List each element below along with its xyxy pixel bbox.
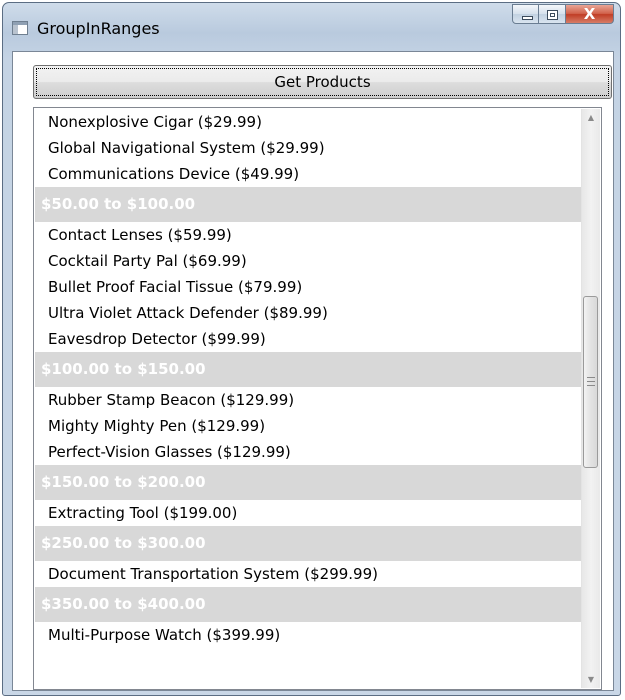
caption-buttons: X: [512, 4, 614, 24]
minimize-icon: [522, 16, 533, 20]
list-item[interactable]: Perfect-Vision Glasses ($129.99): [35, 439, 582, 465]
scroll-down-arrow-icon[interactable]: ▼: [582, 671, 600, 688]
list-item[interactable]: Eavesdrop Detector ($99.99): [35, 326, 582, 352]
scrollbar-grip-icon: [587, 377, 595, 386]
group-header: $150.00 to $200.00: [35, 465, 582, 500]
maximize-button[interactable]: [539, 4, 566, 24]
title-bar[interactable]: GroupInRanges X: [3, 3, 620, 53]
list-item[interactable]: Bullet Proof Facial Tissue ($79.99): [35, 274, 582, 300]
list-item[interactable]: Nonexplosive Cigar ($29.99): [35, 109, 582, 135]
app-window-icon[interactable]: [12, 21, 28, 35]
list-item[interactable]: Communications Device ($49.99): [35, 161, 582, 187]
get-products-button[interactable]: Get Products: [33, 65, 612, 99]
app-window: GroupInRanges X Get Products Nonexplosiv…: [2, 2, 621, 696]
group-header: $100.00 to $150.00: [35, 352, 582, 387]
list-item[interactable]: Document Transportation System ($299.99): [35, 561, 582, 587]
list-item[interactable]: Extracting Tool ($199.00): [35, 500, 582, 526]
list-item[interactable]: Mighty Mighty Pen ($129.99): [35, 413, 582, 439]
list-item[interactable]: Cocktail Party Pal ($69.99): [35, 248, 582, 274]
vertical-scrollbar[interactable]: ▲ ▼: [581, 109, 600, 688]
window-title: GroupInRanges: [37, 19, 160, 38]
group-header: $250.00 to $300.00: [35, 526, 582, 561]
products-listbox[interactable]: Nonexplosive Cigar ($29.99) Global Navig…: [33, 107, 602, 690]
products-list: Nonexplosive Cigar ($29.99) Global Navig…: [35, 109, 582, 688]
group-header: $350.00 to $400.00: [35, 587, 582, 622]
scroll-up-arrow-icon[interactable]: ▲: [582, 109, 600, 126]
list-item[interactable]: Global Navigational System ($29.99): [35, 135, 582, 161]
list-item[interactable]: Contact Lenses ($59.99): [35, 222, 582, 248]
close-button[interactable]: X: [566, 4, 614, 24]
list-item[interactable]: Ultra Violet Attack Defender ($89.99): [35, 300, 582, 326]
maximize-icon: [547, 10, 558, 20]
group-header: $50.00 to $100.00: [35, 187, 582, 222]
minimize-button[interactable]: [512, 4, 539, 24]
list-item[interactable]: Rubber Stamp Beacon ($129.99): [35, 387, 582, 413]
close-icon: X: [583, 5, 596, 23]
scrollbar-thumb[interactable]: [583, 296, 598, 468]
list-item[interactable]: Multi-Purpose Watch ($399.99): [35, 622, 582, 648]
